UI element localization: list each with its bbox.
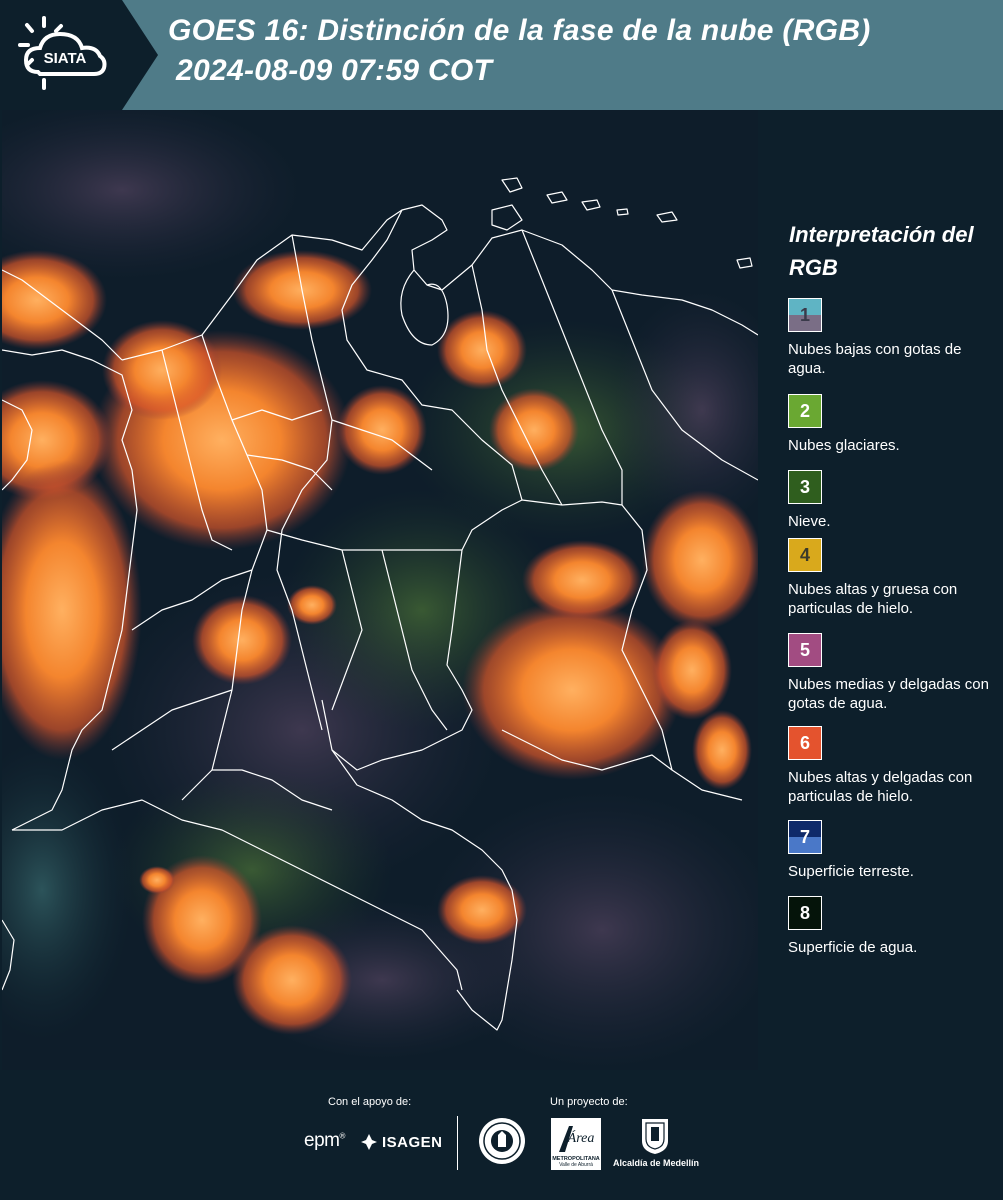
epm-logo-text: epm bbox=[304, 1130, 340, 1151]
siata-logo-text: SIATA bbox=[44, 50, 87, 67]
area-logo-sub2: Valle de Aburrá bbox=[559, 1162, 593, 1168]
legend-item: 3 Nieve. bbox=[788, 470, 998, 531]
legend-label: Nubes medias y delgadas con gotas de agu… bbox=[788, 676, 989, 712]
alcaldia-shield-icon bbox=[640, 1117, 670, 1160]
legend-number: 7 bbox=[799, 826, 810, 847]
area-logo-text: Área bbox=[567, 1129, 595, 1146]
legend-swatch: 1 bbox=[788, 298, 822, 332]
legend-item: 7 Superficie terreste. bbox=[788, 820, 998, 881]
legend-item: 6 Nubes altas y delgadas con particulas … bbox=[788, 726, 998, 806]
legend-number: 5 bbox=[799, 639, 810, 660]
legend-panel: Interpretación del RGB 1 Nubes bajas con… bbox=[760, 110, 1003, 1070]
legend-label: Nubes bajas con gotas de agua. bbox=[788, 341, 962, 377]
legend-swatch: 2 bbox=[788, 394, 822, 428]
legend-number: 3 bbox=[799, 476, 810, 497]
legend-swatch: 5 bbox=[788, 633, 822, 667]
legend-number: 8 bbox=[799, 902, 810, 923]
project-label: Un proyecto de: bbox=[550, 1096, 628, 1108]
legend-item: 1 Nubes bajas con gotas de agua. bbox=[788, 298, 998, 378]
legend-swatch: 4 bbox=[788, 538, 822, 572]
legend-label: Nubes glaciares. bbox=[788, 437, 900, 454]
legend-item: 4 Nubes altas y gruesa con particulas de… bbox=[788, 538, 998, 618]
alcaldia-label: Alcaldía de Medellín bbox=[613, 1158, 700, 1168]
legend-number: 4 bbox=[799, 544, 810, 565]
isagen-logo-text: ISAGEN bbox=[382, 1133, 443, 1151]
university-seal-icon bbox=[477, 1115, 527, 1172]
satellite-map bbox=[2, 110, 758, 1070]
legend-swatch: 7 bbox=[788, 820, 822, 854]
legend-swatch: 3 bbox=[788, 470, 822, 504]
header-bar: SIATA GOES 16: Distinción de la fase de … bbox=[0, 0, 1003, 110]
isagen-logo: ISAGEN bbox=[360, 1132, 443, 1152]
legend-label: Superficie de agua. bbox=[788, 939, 918, 956]
legend-label: Nubes altas y gruesa con particulas de h… bbox=[788, 581, 958, 617]
legend-swatch: 6 bbox=[788, 726, 822, 760]
footer: Con el apoyo de: Un proyecto de: epm® IS… bbox=[0, 1070, 1003, 1200]
legend-swatch: 8 bbox=[788, 896, 822, 930]
legend-number: 6 bbox=[799, 732, 810, 753]
isagen-mark-icon bbox=[361, 1134, 377, 1150]
legend-label: Nieve. bbox=[788, 513, 831, 530]
legend-number: 1 bbox=[799, 304, 810, 325]
page-timestamp: 2024-08-09 07:59 COT bbox=[176, 54, 493, 87]
legend-item: 5 Nubes medias y delgadas con gotas de a… bbox=[788, 633, 998, 713]
legend-title: Interpretación del RGB bbox=[789, 222, 974, 280]
support-label: Con el apoyo de: bbox=[328, 1096, 412, 1108]
epm-logo: epm® bbox=[304, 1130, 345, 1151]
area-metropolitana-logo: Área METROPOLITANA Valle de Aburrá bbox=[551, 1118, 601, 1175]
page-title: GOES 16: Distinción de la fase de la nub… bbox=[168, 14, 871, 47]
siata-logo: SIATA bbox=[0, 0, 158, 110]
legend-item: 8 Superficie de agua. bbox=[788, 896, 998, 957]
legend-number: 2 bbox=[799, 400, 810, 421]
legend-label: Superficie terreste. bbox=[788, 863, 914, 880]
footer-divider bbox=[457, 1116, 458, 1170]
legend-item: 2 Nubes glaciares. bbox=[788, 394, 998, 455]
legend-label: Nubes altas y delgadas con particulas de… bbox=[788, 769, 973, 805]
